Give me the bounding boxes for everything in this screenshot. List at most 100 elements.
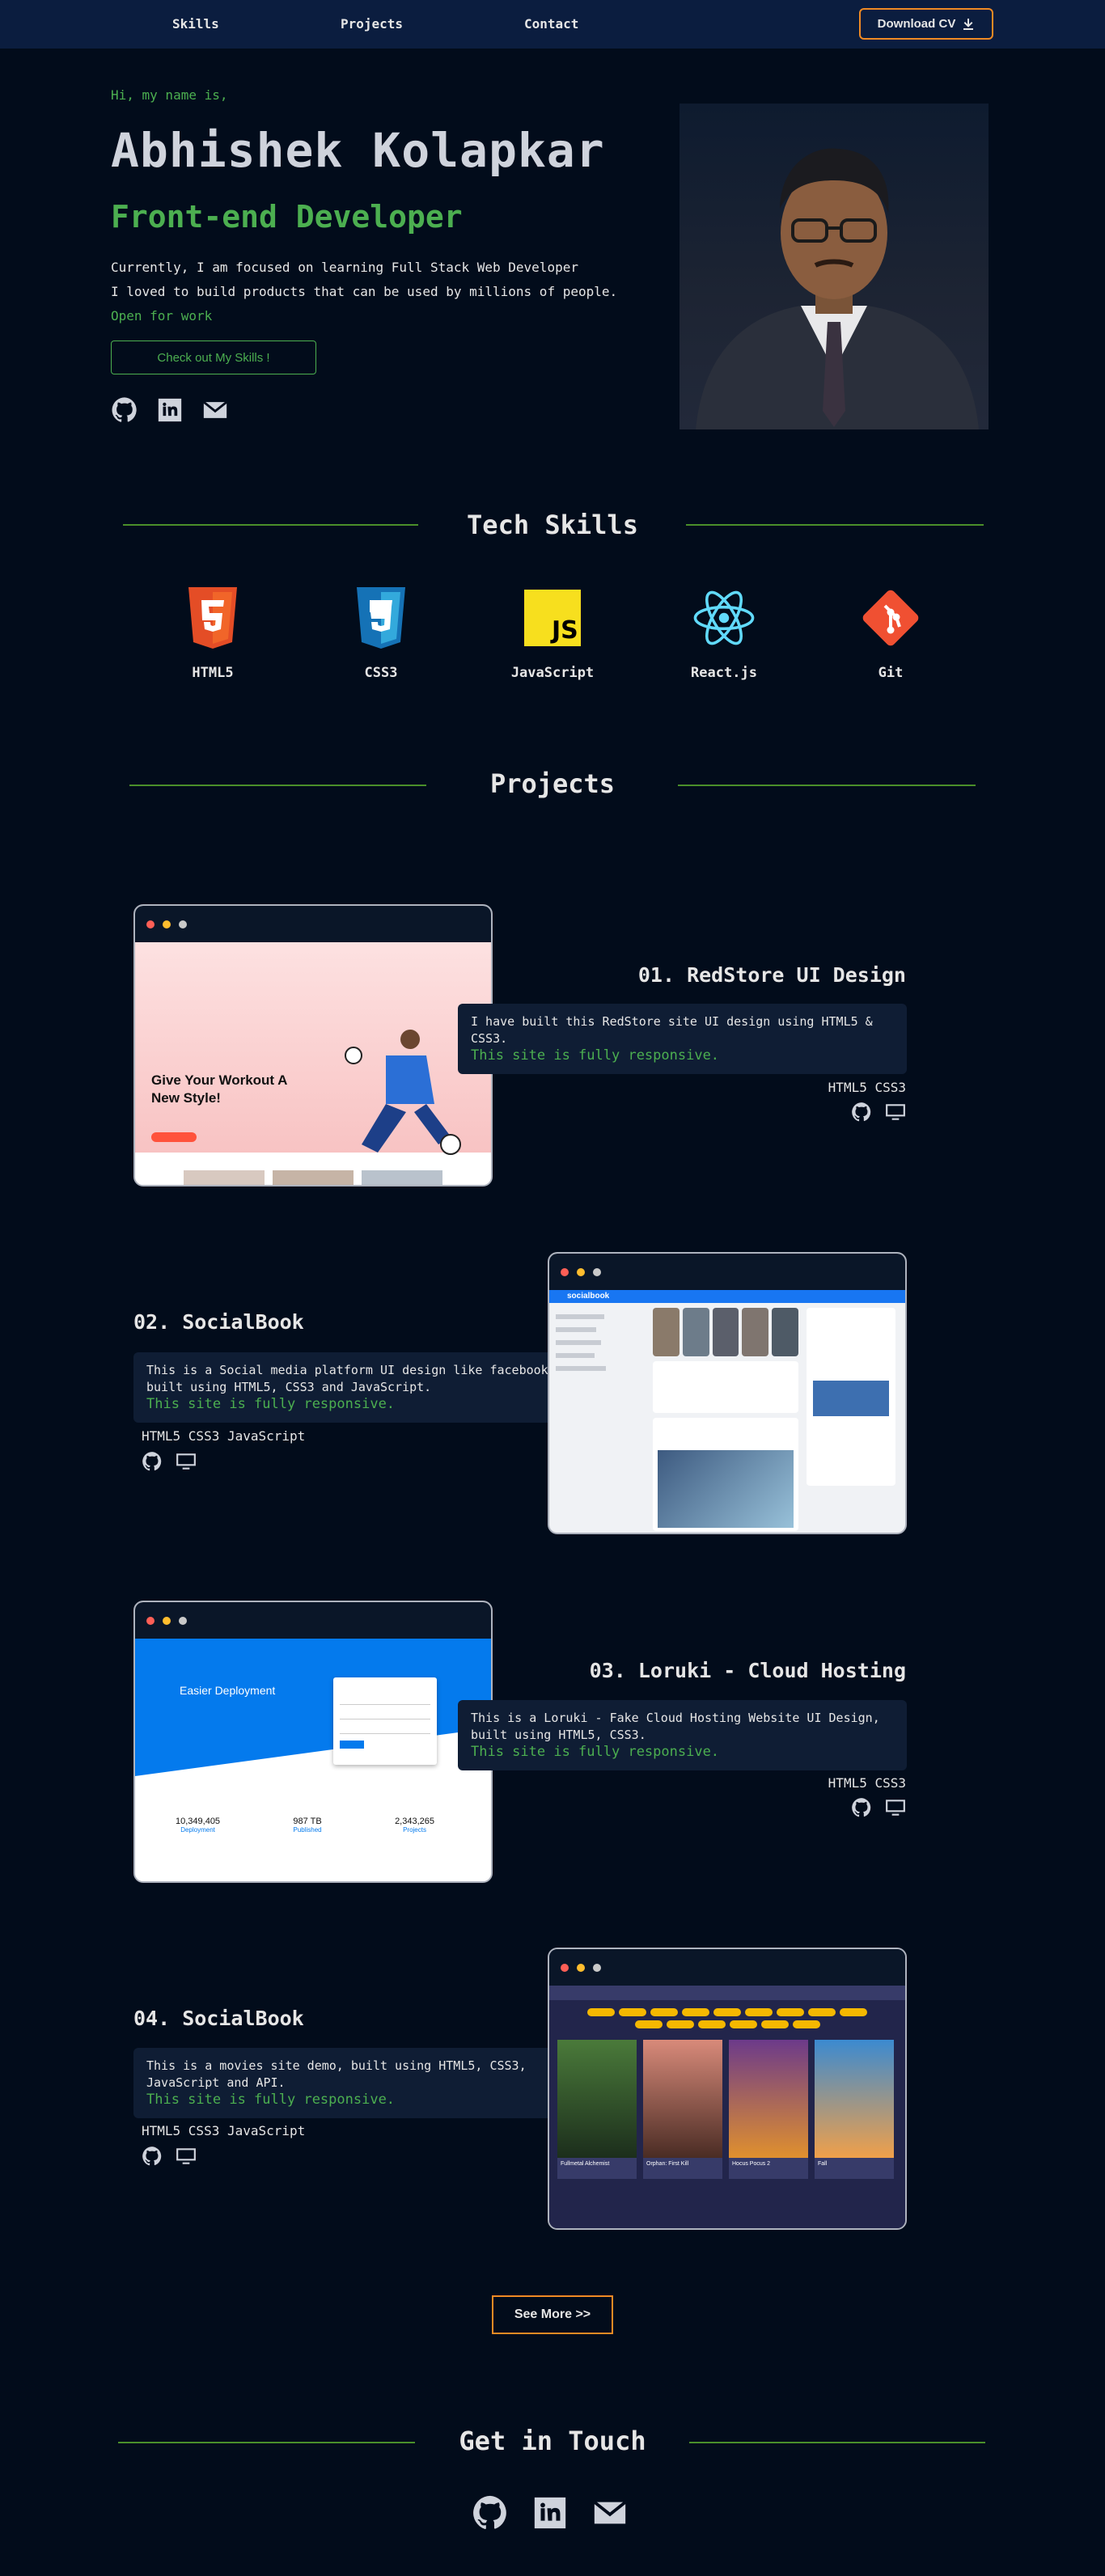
linkedin-icon[interactable] <box>531 2494 569 2532</box>
skill-label: CSS3 <box>364 665 398 681</box>
project-1-description: I have built this RedStore site UI desig… <box>458 1004 907 1074</box>
linkedin-icon[interactable] <box>156 396 184 424</box>
socialbook-post <box>653 1418 798 1531</box>
hero-greeting: Hi, my name is, <box>111 87 228 103</box>
project-2-title: 02. SocialBook <box>133 1310 304 1334</box>
project-1-preview[interactable]: Give Your Workout A New Style! <box>133 904 493 1186</box>
project-4-links <box>142 2146 197 2167</box>
loruki-stat-value: 987 TB <box>293 1817 322 1826</box>
html5-icon <box>188 587 237 649</box>
email-icon[interactable] <box>201 396 229 424</box>
nav-projects-link[interactable]: Projects <box>341 16 403 32</box>
project-4-title: 04. SocialBook <box>133 2007 304 2030</box>
desktop-icon[interactable] <box>885 1797 906 1818</box>
github-icon[interactable] <box>851 1102 872 1123</box>
socialbook-sidebar <box>556 1309 645 1487</box>
movie-genres <box>549 2000 905 2028</box>
download-cv-button[interactable]: Download CV <box>859 8 993 40</box>
redstore-heading: Give Your Workout A New Style! <box>151 1072 287 1106</box>
redstore-hero: Give Your Workout A New Style! <box>135 942 491 1155</box>
loruki-stat-label: Deployment <box>180 1826 215 1834</box>
github-icon[interactable] <box>142 1451 163 1472</box>
socialbook-events <box>807 1308 895 1486</box>
movie-card: Orphan: First Kill <box>643 2040 722 2179</box>
download-cv-label: Download CV <box>877 17 956 31</box>
loruki-stat-label: Published <box>293 1826 322 1834</box>
movie-title: Orphan: First Kill <box>643 2158 722 2179</box>
project-3-preview[interactable]: Easier Deployment 10,349,405 Deployment 9… <box>133 1601 493 1883</box>
loruki-stat-label: Projects <box>403 1826 426 1834</box>
browser-bar <box>135 1602 491 1639</box>
hero-bio-line1: Currently, I am focused on learning Full… <box>111 260 578 275</box>
skill-git: Git <box>834 586 947 681</box>
skill-label: React.js <box>691 665 757 681</box>
react-icon <box>693 590 755 645</box>
nav-skills-link[interactable]: Skills <box>172 16 219 32</box>
socialbook-stories <box>653 1308 798 1356</box>
profile-portrait <box>696 148 979 429</box>
see-more-button[interactable]: See More >> <box>492 2295 613 2334</box>
movies-body: Fullmetal Alchemist Orphan: First Kill H… <box>549 1986 905 2228</box>
skill-html5: HTML5 <box>156 586 269 681</box>
git-icon <box>862 590 919 646</box>
browser-bar <box>549 1949 905 1986</box>
hero-socials <box>111 396 229 424</box>
skill-label: Git <box>878 665 904 681</box>
skills-title: Tech Skills <box>467 510 638 540</box>
loruki-stat-value: 2,343,265 <box>395 1817 434 1826</box>
email-icon[interactable] <box>591 2494 629 2532</box>
project-3-links <box>851 1797 906 1818</box>
project-4-note: This site is fully responsive. <box>146 2092 396 2108</box>
hero-bio: Currently, I am focused on learning Full… <box>111 256 617 328</box>
project-4-desc-text: This is a movies site demo, built using … <box>146 2058 527 2090</box>
javascript-icon: JS <box>524 590 581 646</box>
desktop-icon[interactable] <box>176 2146 197 2167</box>
redstore-athlete <box>345 1030 461 1155</box>
profile-photo <box>680 104 989 429</box>
loruki-hero-bg <box>135 1639 491 1776</box>
hero-status: Open for work <box>111 308 213 324</box>
movie-title: Hocus Pocus 2 <box>729 2158 808 2179</box>
github-icon[interactable] <box>111 396 138 424</box>
github-icon[interactable] <box>472 2494 509 2532</box>
project-3-note: This site is fully responsive. <box>471 1744 720 1760</box>
project-2-preview[interactable]: socialbook <box>548 1252 907 1534</box>
loruki-stat-value: 10,349,405 <box>176 1817 221 1826</box>
skill-label: HTML5 <box>192 665 234 681</box>
hero-bio-line2: I loved to build products that can be us… <box>111 284 618 299</box>
desktop-icon[interactable] <box>176 1451 197 1472</box>
check-skills-button[interactable]: Check out My Skills ! <box>111 341 316 374</box>
top-nav: Skills Projects Contact Download CV <box>0 0 1105 49</box>
socialbook-post-box <box>653 1361 798 1413</box>
project-4-tags: HTML5 CSS3 JavaScript <box>142 2123 306 2138</box>
project-3-title: 03. Loruki - Cloud Hosting <box>589 1659 906 1682</box>
project-4-description: This is a movies site demo, built using … <box>133 2048 582 2118</box>
movie-card: Fullmetal Alchemist <box>557 2040 637 2179</box>
movie-grid: Fullmetal Alchemist Orphan: First Kill H… <box>549 2028 905 2179</box>
project-2-description: This is a Social media platform UI desig… <box>133 1352 582 1423</box>
loruki-body: Easier Deployment 10,349,405 Deployment 9… <box>135 1639 491 1881</box>
svg-text:JS: JS <box>550 616 578 645</box>
project-2-tags: HTML5 CSS3 JavaScript <box>142 1428 306 1444</box>
redstore-button <box>151 1132 197 1142</box>
nav-contact-link[interactable]: Contact <box>524 16 578 32</box>
skill-javascript: JS JavaScript <box>496 586 609 681</box>
project-3-tags: HTML5 CSS3 <box>828 1775 906 1791</box>
browser-bar <box>549 1254 905 1290</box>
project-3-desc-text: This is a Loruki - Fake Cloud Hosting We… <box>471 1711 880 1742</box>
project-4-preview[interactable]: Fullmetal Alchemist Orphan: First Kill H… <box>548 1948 907 2230</box>
movie-title: Fullmetal Alchemist <box>557 2158 637 2179</box>
movie-card: Hocus Pocus 2 <box>729 2040 808 2179</box>
github-icon[interactable] <box>142 2146 163 2167</box>
project-1-desc-text: I have built this RedStore site UI desig… <box>471 1014 873 1046</box>
skill-react: React.js <box>667 586 781 681</box>
project-1-tags: HTML5 CSS3 <box>828 1080 906 1095</box>
github-icon[interactable] <box>851 1797 872 1818</box>
download-icon <box>963 18 974 30</box>
browser-bar <box>135 906 491 942</box>
desktop-icon[interactable] <box>885 1102 906 1123</box>
project-2-links <box>142 1451 197 1472</box>
loruki-heading: Easier Deployment <box>180 1684 276 1697</box>
loruki-stats: 10,349,405 Deployment 987 TB Published 2,3… <box>176 1817 434 1834</box>
socialbook-body <box>549 1303 905 1533</box>
